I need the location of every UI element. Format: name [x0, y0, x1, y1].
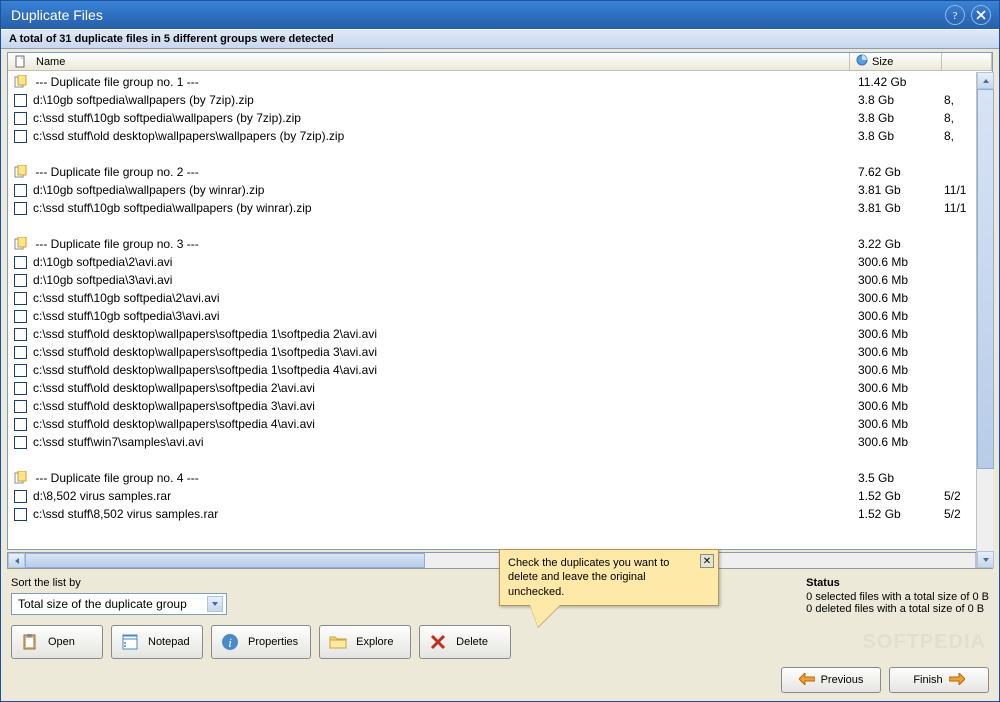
- delete-button[interactable]: Delete: [419, 625, 511, 659]
- file-checkbox[interactable]: [14, 328, 27, 341]
- previous-button[interactable]: Previous: [781, 667, 881, 693]
- file-row[interactable]: c:\ssd stuff\old desktop\wallpapers\soft…: [8, 379, 992, 397]
- clipboard-icon: [20, 632, 40, 652]
- file-row[interactable]: c:\ssd stuff\old desktop\wallpapers\soft…: [8, 325, 992, 343]
- file-checkbox[interactable]: [14, 436, 27, 449]
- duplicate-group-icon: [14, 237, 28, 251]
- pie-icon: [856, 54, 868, 69]
- finish-button[interactable]: Finish: [889, 667, 989, 693]
- file-row[interactable]: c:\ssd stuff\10gb softpedia\wallpapers (…: [8, 199, 992, 217]
- file-checkbox[interactable]: [14, 274, 27, 287]
- hscroll-thumb[interactable]: [25, 553, 425, 568]
- file-checkbox[interactable]: [14, 364, 27, 377]
- duplicate-group-icon: [14, 471, 28, 485]
- file-checkbox[interactable]: [14, 490, 27, 503]
- vertical-scrollbar[interactable]: [976, 72, 993, 568]
- file-row[interactable]: d:\10gb softpedia\wallpapers (by winrar)…: [8, 181, 992, 199]
- duplicate-files-window: Duplicate Files ? A total of 31 duplicat…: [0, 0, 1000, 702]
- help-button[interactable]: ?: [945, 5, 965, 25]
- scroll-up-button[interactable]: [977, 72, 994, 89]
- file-checkbox[interactable]: [14, 508, 27, 521]
- file-icon: [14, 55, 28, 69]
- svg-text:i: i: [228, 635, 232, 650]
- question-icon: ?: [949, 9, 961, 21]
- duplicate-group-icon: [14, 75, 28, 89]
- column-name[interactable]: Name: [8, 53, 850, 70]
- file-row[interactable]: c:\ssd stuff\10gb softpedia\2\avi.avi300…: [8, 289, 992, 307]
- file-checkbox[interactable]: [14, 400, 27, 413]
- file-checkbox[interactable]: [14, 112, 27, 125]
- delete-icon: [428, 632, 448, 652]
- nav-buttons: Previous Finish: [1, 665, 999, 701]
- file-checkbox[interactable]: [14, 418, 27, 431]
- file-row[interactable]: d:\10gb softpedia\3\avi.avi300.6 Mb: [8, 271, 992, 289]
- file-checkbox[interactable]: [14, 292, 27, 305]
- action-buttons: Open Notepad i Properties Explore Delete: [11, 625, 989, 659]
- explore-button[interactable]: Explore: [319, 625, 411, 659]
- close-icon: [975, 9, 987, 21]
- file-checkbox[interactable]: [14, 256, 27, 269]
- status-line-1: 0 selected files with a total size of 0 …: [806, 591, 989, 603]
- file-list: Name Size --- Duplicate file group no. 1…: [7, 52, 993, 550]
- folder-icon: [328, 632, 348, 652]
- group-row[interactable]: --- Duplicate file group no. 4 ---3.5 Gb: [8, 469, 992, 487]
- file-checkbox[interactable]: [14, 202, 27, 215]
- sort-block: Sort the list by Total size of the dupli…: [11, 577, 227, 615]
- file-row[interactable]: c:\ssd stuff\win7\samples\avi.avi300.6 M…: [8, 433, 992, 451]
- open-button[interactable]: Open: [11, 625, 103, 659]
- file-row[interactable]: d:\10gb softpedia\wallpapers (by 7zip).z…: [8, 91, 992, 109]
- column-extra[interactable]: [942, 53, 992, 70]
- file-row[interactable]: c:\ssd stuff\old desktop\wallpapers\wall…: [8, 127, 992, 145]
- scroll-down-button[interactable]: [977, 551, 994, 568]
- sort-dropdown[interactable]: Total size of the duplicate group: [11, 593, 227, 615]
- list-header: Name Size: [8, 53, 992, 71]
- file-checkbox[interactable]: [14, 94, 27, 107]
- sort-value: Total size of the duplicate group: [18, 597, 187, 611]
- arrow-left-icon: [799, 673, 815, 688]
- status-block: Status 0 selected files with a total siz…: [806, 577, 989, 615]
- list-body[interactable]: --- Duplicate file group no. 1 ---11.42 …: [8, 71, 992, 549]
- file-checkbox[interactable]: [14, 130, 27, 143]
- hint-tooltip: Check the duplicates you want to delete …: [499, 549, 719, 606]
- file-row[interactable]: c:\ssd stuff\old desktop\wallpapers\soft…: [8, 361, 992, 379]
- file-row[interactable]: c:\ssd stuff\10gb softpedia\3\avi.avi300…: [8, 307, 992, 325]
- file-row[interactable]: c:\ssd stuff\old desktop\wallpapers\soft…: [8, 397, 992, 415]
- chevron-down-icon: [207, 596, 223, 612]
- info-icon: i: [220, 632, 240, 652]
- tooltip-tail: [530, 605, 560, 627]
- status-title: Status: [806, 577, 989, 589]
- column-size[interactable]: Size: [850, 53, 942, 70]
- close-button[interactable]: [971, 5, 991, 25]
- bottom-panel: Check the duplicates you want to delete …: [1, 573, 999, 665]
- file-row[interactable]: c:\ssd stuff\10gb softpedia\wallpapers (…: [8, 109, 992, 127]
- scroll-left-button[interactable]: [8, 553, 25, 568]
- file-checkbox[interactable]: [14, 184, 27, 197]
- group-row[interactable]: --- Duplicate file group no. 3 ---3.22 G…: [8, 235, 992, 253]
- tooltip-close-button[interactable]: ✕: [700, 554, 714, 568]
- titlebar-controls: ?: [945, 5, 991, 25]
- scroll-thumb[interactable]: [977, 89, 994, 469]
- svg-text:?: ?: [953, 10, 958, 21]
- status-line-2: 0 deleted files with a total size of 0 B: [806, 603, 989, 615]
- file-row[interactable]: d:\8,502 virus samples.rar1.52 Gb5/2: [8, 487, 992, 505]
- summary-bar: A total of 31 duplicate files in 5 diffe…: [1, 29, 999, 49]
- file-row[interactable]: c:\ssd stuff\old desktop\wallpapers\soft…: [8, 343, 992, 361]
- properties-button[interactable]: i Properties: [211, 625, 311, 659]
- file-checkbox[interactable]: [14, 346, 27, 359]
- file-checkbox[interactable]: [14, 382, 27, 395]
- window-title: Duplicate Files: [11, 7, 103, 23]
- group-row[interactable]: --- Duplicate file group no. 1 ---11.42 …: [8, 73, 992, 91]
- notepad-button[interactable]: Notepad: [111, 625, 203, 659]
- titlebar: Duplicate Files ?: [1, 1, 999, 29]
- duplicate-group-icon: [14, 165, 28, 179]
- file-checkbox[interactable]: [14, 310, 27, 323]
- notepad-icon: [120, 632, 140, 652]
- group-row[interactable]: --- Duplicate file group no. 2 ---7.62 G…: [8, 163, 992, 181]
- file-row[interactable]: c:\ssd stuff\old desktop\wallpapers\soft…: [8, 415, 992, 433]
- file-row[interactable]: c:\ssd stuff\8,502 virus samples.rar1.52…: [8, 505, 992, 523]
- file-row[interactable]: d:\10gb softpedia\2\avi.avi300.6 Mb: [8, 253, 992, 271]
- sort-label: Sort the list by: [11, 577, 227, 589]
- arrow-right-icon: [949, 673, 965, 688]
